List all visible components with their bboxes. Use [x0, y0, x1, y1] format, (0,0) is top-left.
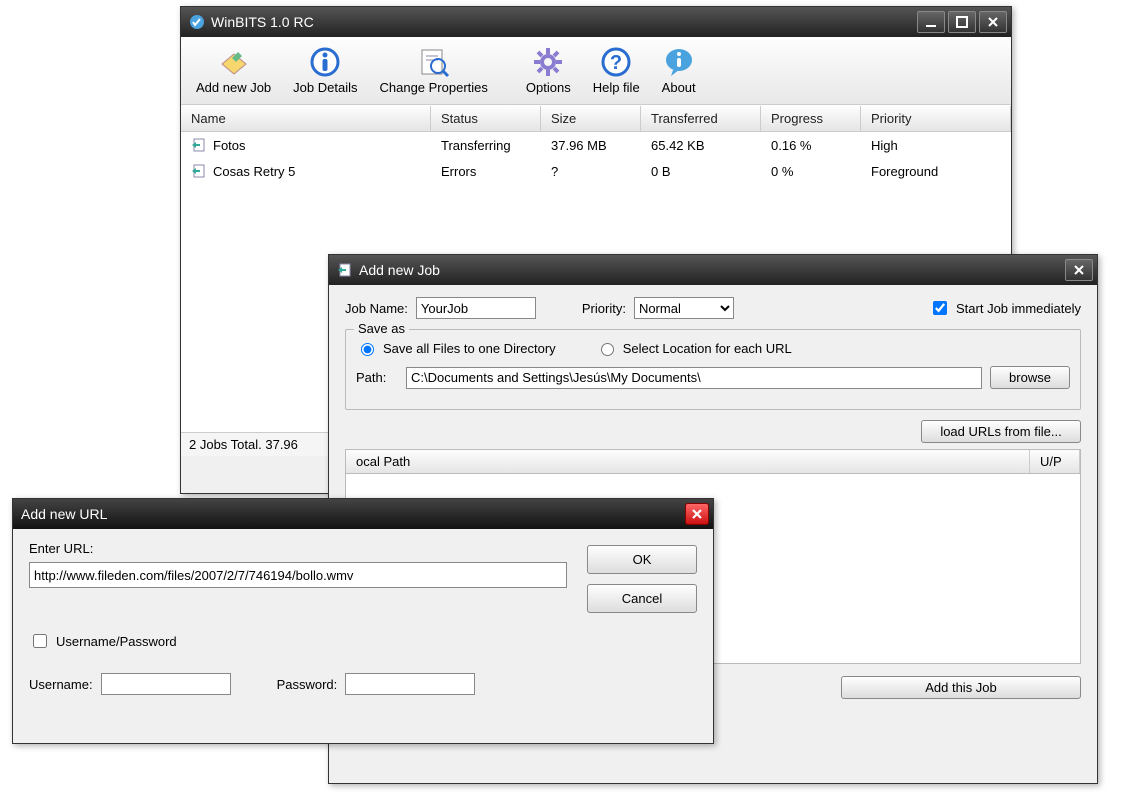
userpass-checkbox[interactable]: Username/Password — [29, 631, 697, 651]
username-label: Username: — [29, 677, 93, 692]
svg-text:?: ? — [610, 52, 622, 74]
close-button[interactable] — [979, 11, 1007, 33]
properties-icon — [418, 46, 450, 78]
username-input[interactable] — [101, 673, 231, 695]
ok-button[interactable]: OK — [587, 545, 697, 574]
minimize-button[interactable] — [917, 11, 945, 33]
browse-button[interactable]: browse — [990, 366, 1070, 389]
addjob-titlebar[interactable]: Add new Job — [329, 255, 1097, 285]
table-row[interactable]: Cosas Retry 5 Errors ? 0 B 0 % Foregroun… — [181, 158, 1011, 184]
password-label: Password: — [277, 677, 338, 692]
add-job-icon — [218, 46, 250, 78]
radio-each-url[interactable]: Select Location for each URL — [596, 340, 792, 356]
url-list-header: ocal Path U/P — [345, 449, 1081, 474]
col-progress[interactable]: Progress — [761, 106, 861, 131]
saveas-group: Save as Save all Files to one Directory … — [345, 329, 1081, 410]
password-input[interactable] — [345, 673, 475, 695]
addjob-icon — [337, 262, 353, 278]
options-button[interactable]: Options — [515, 41, 582, 100]
addjob-title: Add new Job — [359, 262, 1065, 278]
add-this-job-button[interactable]: Add this Job — [841, 676, 1081, 699]
job-icon — [191, 137, 207, 153]
job-icon — [191, 163, 207, 179]
add-job-button[interactable]: Add new Job — [185, 41, 282, 100]
table-row[interactable]: Fotos Transferring 37.96 MB 65.42 KB 0.1… — [181, 132, 1011, 158]
col-up[interactable]: U/P — [1030, 450, 1080, 473]
main-title: WinBITS 1.0 RC — [211, 14, 917, 30]
col-size[interactable]: Size — [541, 106, 641, 131]
col-name[interactable]: Name — [181, 106, 431, 131]
addurl-titlebar[interactable]: Add new URL — [13, 499, 713, 529]
main-toolbar: Add new Job Job Details Change Propertie… — [181, 37, 1011, 105]
info-icon — [663, 46, 695, 78]
addurl-title: Add new URL — [21, 506, 685, 522]
addjob-close-button[interactable] — [1065, 259, 1093, 281]
url-input[interactable] — [29, 562, 567, 588]
priority-select[interactable]: Normal — [634, 297, 734, 319]
help-icon: ? — [600, 46, 632, 78]
enter-url-label: Enter URL: — [29, 541, 567, 556]
cancel-button[interactable]: Cancel — [587, 584, 697, 613]
load-urls-button[interactable]: load URLs from file... — [921, 420, 1081, 443]
priority-label: Priority: — [582, 301, 626, 316]
saveas-legend: Save as — [354, 321, 409, 336]
help-button[interactable]: ? Help file — [582, 41, 651, 100]
main-titlebar[interactable]: WinBITS 1.0 RC — [181, 7, 1011, 37]
job-details-button[interactable]: Job Details — [282, 41, 368, 100]
col-transferred[interactable]: Transferred — [641, 106, 761, 131]
about-button[interactable]: About — [651, 41, 707, 100]
path-input[interactable] — [406, 367, 982, 389]
details-icon — [309, 46, 341, 78]
col-status[interactable]: Status — [431, 106, 541, 131]
jobname-label: Job Name: — [345, 301, 408, 316]
add-url-dialog: Add new URL Enter URL: OK Cancel Usernam… — [12, 498, 714, 744]
col-priority[interactable]: Priority — [861, 106, 1011, 131]
radio-one-dir[interactable]: Save all Files to one Directory — [356, 340, 556, 356]
start-immediately-checkbox[interactable]: Start Job immediately — [929, 298, 1081, 318]
gear-icon — [532, 46, 564, 78]
col-local-path[interactable]: ocal Path — [346, 450, 1030, 473]
change-properties-button[interactable]: Change Properties — [368, 41, 498, 100]
jobname-input[interactable] — [416, 297, 536, 319]
path-label: Path: — [356, 370, 398, 385]
maximize-button[interactable] — [948, 11, 976, 33]
addurl-close-button[interactable] — [685, 503, 709, 525]
app-icon — [189, 14, 205, 30]
jobs-list-header: Name Status Size Transferred Progress Pr… — [181, 105, 1011, 132]
